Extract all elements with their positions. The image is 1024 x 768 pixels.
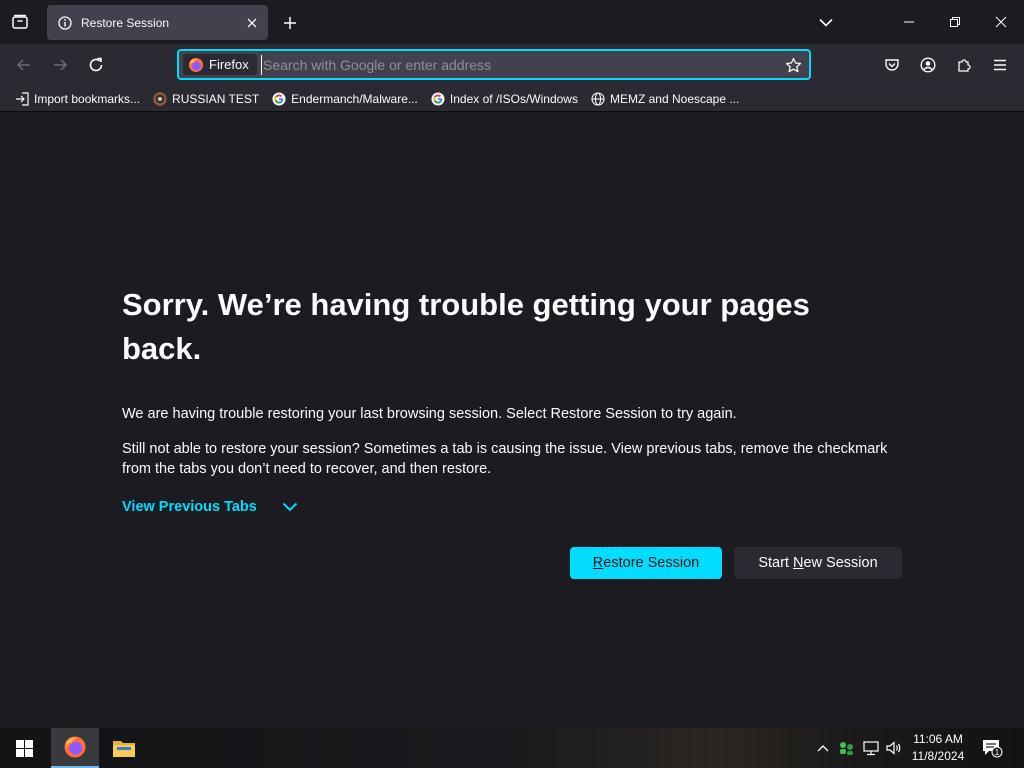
bookmarks-toolbar: Import bookmarks... RUSSIAN TEST Enderma… [0,86,1024,112]
bookmark-label: Import bookmarks... [34,91,141,106]
firefox-logo-icon [189,57,203,72]
site-favicon [152,91,168,107]
close-icon [247,18,257,27]
bookmark-label: RUSSIAN TEST [172,91,260,106]
extensions-button[interactable] [952,53,976,77]
bookmark-label: Endermanch/Malware... [291,91,418,106]
arrow-right-icon [54,59,68,71]
start-new-session-button[interactable]: Start New Session [734,547,902,579]
tab-strip: Restore Session [0,0,1024,44]
close-window-button[interactable] [989,10,1013,34]
globe-icon [590,91,606,107]
bookmark-index-isos-windows[interactable]: Index of /ISOs/Windows [426,88,582,110]
start-button[interactable] [0,728,48,768]
close-icon [995,16,1007,28]
page-title: Sorry. We’re having trouble getting your… [122,287,810,366]
windows-logo-icon [15,739,33,757]
tray-app-icon[interactable] [837,738,857,758]
account-button[interactable] [916,53,940,77]
bookmark-russian-test[interactable]: RUSSIAN TEST [148,88,263,110]
account-icon [920,57,936,73]
bookmark-import[interactable]: Import bookmarks... [10,88,144,110]
taskbar-file-explorer[interactable] [100,728,148,768]
minimize-button[interactable] [897,10,921,34]
bookmark-memz-noescape[interactable]: MEMZ and Noescape ... [586,88,743,110]
clock-date: 11/8/2024 [911,749,965,763]
folder-icon [113,741,135,757]
firefox-view-icon [12,14,28,29]
address-bar[interactable]: Firefox [177,49,811,80]
url-input[interactable] [261,55,781,75]
plus-icon [284,17,296,29]
identity-box[interactable]: Firefox [183,54,257,75]
label-part: ew Session [803,555,878,571]
restore-session-label: Restore Session [593,555,699,571]
hamburger-menu-icon [994,59,1006,71]
taskbar-firefox[interactable] [51,728,99,768]
star-icon [785,57,801,72]
identity-label: Firefox [209,57,249,72]
network-icon [863,741,879,756]
restore-session-button[interactable]: Restore Session [570,547,722,579]
tab-title: Restore Session [81,15,170,30]
reload-button[interactable] [84,53,108,77]
view-previous-tabs-label: View Previous Tabs [122,499,257,515]
bookmark-star-button[interactable] [783,55,803,75]
chevron-down-icon [819,18,833,27]
chevron-up-icon [817,745,829,752]
pocket-button[interactable] [880,53,904,77]
minimize-icon [904,21,914,23]
app-menu-button[interactable] [988,53,1012,77]
bookmark-endermanch-malware[interactable]: Endermanch/Malware... [267,88,422,110]
import-icon [14,91,30,107]
start-new-session-label: Start New Session [758,555,877,571]
restore-window-button[interactable] [943,10,967,34]
label-part: Start [758,555,793,571]
label-part: estore Session [603,555,700,571]
back-button[interactable] [12,53,36,77]
puzzle-piece-icon [958,59,971,72]
firefox-logo-icon [64,736,86,758]
windows-taskbar: 11:06 AM 11/8/2024 1 [0,728,1024,768]
access-key: N [793,555,804,571]
system-clock[interactable]: 11:06 AM 11/8/2024 [908,731,968,765]
notification-count: 1 [995,748,1000,757]
network-users-icon [840,742,853,755]
bookmark-label: Index of /ISOs/Windows [449,91,578,106]
firefox-view-button[interactable] [8,10,32,34]
error-description: We are having trouble restoring your las… [122,406,737,422]
restore-window-icon [950,17,960,27]
tab-restore-session[interactable]: Restore Session [47,5,268,40]
action-center-button[interactable]: 1 [980,737,1004,759]
notification-icon: 1 [983,740,1003,758]
pocket-icon [885,59,899,71]
forward-button[interactable] [48,53,72,77]
volume-button[interactable] [884,738,904,758]
chevron-down-icon [281,500,299,514]
list-all-tabs-button[interactable] [815,12,837,32]
error-help-text: Still not able to restore your session? … [122,441,888,477]
new-tab-button[interactable] [279,12,301,34]
show-hidden-icons-button[interactable] [813,738,833,758]
bookmark-label: MEMZ and Noescape ... [609,91,740,106]
page-content: Sorry. We’re having trouble getting your… [0,113,1024,728]
speaker-icon [886,741,901,755]
tab-close-button[interactable] [242,13,262,33]
network-button[interactable] [861,738,881,758]
info-icon [57,15,73,31]
access-key: R [592,555,604,571]
arrow-left-icon [16,59,30,71]
navigation-toolbar: Firefox [0,44,1024,86]
google-icon [271,91,287,107]
reload-icon [89,57,103,72]
view-previous-tabs-toggle[interactable]: View Previous Tabs [122,499,299,515]
google-icon [430,91,446,107]
clock-time: 11:06 AM [913,732,963,746]
